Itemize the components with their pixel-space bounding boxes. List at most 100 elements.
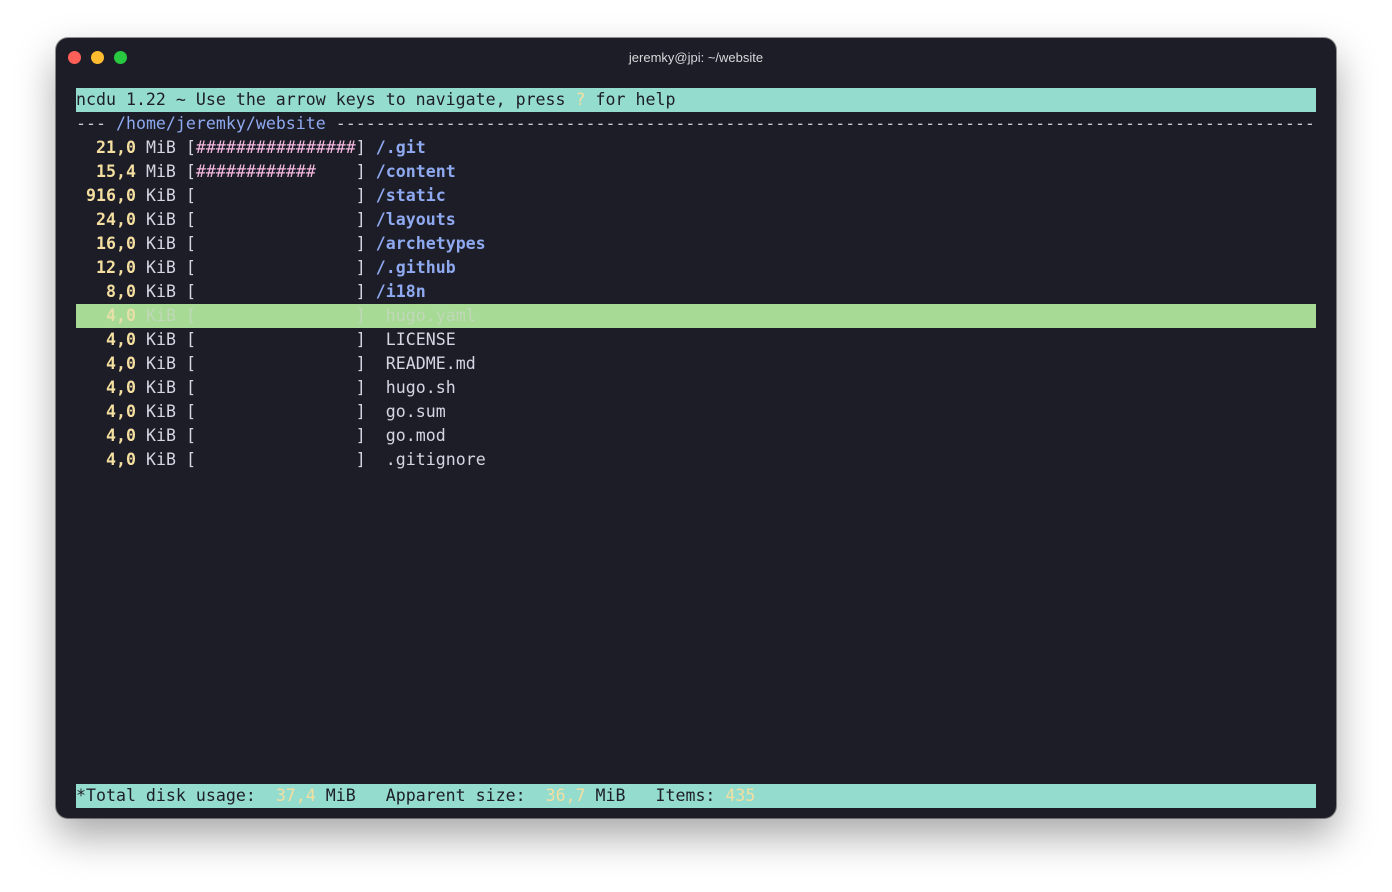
size-padding: [76, 354, 106, 373]
entry-row[interactable]: 24,0 KiB [ ] /layouts: [76, 208, 1316, 232]
bar-close-bracket: ]: [355, 186, 376, 205]
size-padding: [76, 450, 106, 469]
size-padding: [76, 234, 96, 253]
usage-bar: [196, 402, 356, 421]
bar-close-bracket: ]: [355, 306, 386, 325]
current-path: /home/jeremky/website: [115, 114, 326, 133]
entry-size: 4,0: [105, 450, 136, 469]
bar-close-bracket: ]: [355, 378, 386, 397]
usage-bar: [196, 282, 356, 301]
size-padding: [76, 426, 106, 445]
bar-close-bracket: ]: [355, 162, 376, 181]
terminal-window: jeremky@jpi: ~/website ncdu 1.22 ~ Use t…: [56, 38, 1336, 818]
entry-unit: KiB: [145, 402, 176, 421]
usage-bar: ############: [195, 162, 356, 181]
entry-row[interactable]: 8,0 KiB [ ] /i18n: [76, 280, 1316, 304]
path-rule-right: ----------------------------------------…: [325, 114, 1316, 133]
status-footer: *Total disk usage: 37,4 MiB Apparent siz…: [76, 784, 1316, 808]
entry-row[interactable]: 4,0 KiB [ ] LICENSE: [76, 328, 1316, 352]
entry-row[interactable]: 4,0 KiB [ ] hugo.yaml: [76, 304, 1316, 328]
ncdu-screen[interactable]: ncdu 1.22 ~ Use the arrow keys to naviga…: [76, 88, 1316, 472]
entry-size: 916,0: [86, 186, 136, 205]
bar-close-bracket: ]: [355, 282, 376, 301]
bar-open-bracket: [: [175, 330, 196, 349]
size-padding: [76, 258, 96, 277]
header-suffix: for help: [585, 90, 676, 109]
bar-open-bracket: [: [175, 162, 196, 181]
entry-row[interactable]: 21,0 MiB [################] /.git: [76, 136, 1316, 160]
entry-size: 16,0: [95, 234, 136, 253]
directory-name: /i18n: [375, 282, 426, 301]
directory-name: /content: [375, 162, 456, 181]
header-text: ncdu 1.22 ~ Use the arrow keys to naviga…: [76, 90, 576, 109]
entry-row[interactable]: 4,0 KiB [ ] go.mod: [76, 424, 1316, 448]
entry-list: 21,0 MiB [################] /.git 15,4 M…: [76, 136, 1316, 472]
bar-close-bracket: ]: [355, 258, 376, 277]
file-name: go.mod: [385, 426, 446, 445]
items-value: 435: [725, 786, 756, 805]
file-name: go.sum: [385, 402, 446, 421]
window-title: jeremky@jpi: ~/website: [628, 50, 764, 65]
usage-bar: [196, 330, 356, 349]
entry-unit: KiB: [145, 354, 176, 373]
items-label: Items:: [655, 786, 726, 805]
entry-row[interactable]: 15,4 MiB [############ ] /content: [76, 160, 1316, 184]
entry-unit: KiB: [145, 282, 176, 301]
entry-size: 4,0: [105, 306, 136, 325]
size-padding: [76, 282, 106, 301]
bar-open-bracket: [: [175, 354, 196, 373]
entry-unit: KiB: [145, 426, 176, 445]
bar-open-bracket: [: [175, 258, 196, 277]
entry-row[interactable]: 4,0 KiB [ ] go.sum: [76, 400, 1316, 424]
size-padding: [76, 330, 106, 349]
entry-size: 4,0: [105, 330, 136, 349]
bar-open-bracket: [: [175, 138, 196, 157]
title-bar: jeremky@jpi: ~/website: [56, 38, 1336, 78]
usage-bar: [196, 186, 356, 205]
usage-bar: [196, 210, 356, 229]
usage-bar: [196, 234, 356, 253]
entry-row[interactable]: 12,0 KiB [ ] /.github: [76, 256, 1316, 280]
usage-bar: ################: [195, 138, 356, 157]
entry-unit: KiB: [145, 378, 176, 397]
file-name: .gitignore: [385, 450, 486, 469]
help-key: ?: [575, 90, 586, 109]
entry-unit: KiB: [145, 330, 176, 349]
entry-row[interactable]: 4,0 KiB [ ] .gitignore: [76, 448, 1316, 472]
entry-row[interactable]: 4,0 KiB [ ] hugo.sh: [76, 376, 1316, 400]
size-padding: [76, 186, 86, 205]
size-padding: [76, 378, 106, 397]
bar-close-bracket: ]: [355, 210, 376, 229]
entry-size: 8,0: [105, 282, 136, 301]
total-value: 37,4: [275, 786, 316, 805]
entry-unit: KiB: [145, 450, 176, 469]
entry-row[interactable]: 916,0 KiB [ ] /static: [76, 184, 1316, 208]
entry-unit: MiB: [145, 138, 176, 157]
entry-size: 15,4: [95, 162, 136, 181]
entry-row[interactable]: 4,0 KiB [ ] README.md: [76, 352, 1316, 376]
entry-row[interactable]: 16,0 KiB [ ] /archetypes: [76, 232, 1316, 256]
bar-close-bracket: ]: [355, 402, 386, 421]
directory-name: /layouts: [375, 210, 456, 229]
size-padding: [76, 210, 96, 229]
file-name: hugo.yaml: [385, 306, 476, 325]
entry-unit: MiB: [145, 162, 176, 181]
ncdu-header-bar: ncdu 1.22 ~ Use the arrow keys to naviga…: [76, 88, 1316, 112]
apparent-label: Apparent size:: [385, 786, 546, 805]
bar-open-bracket: [: [175, 282, 196, 301]
directory-name: /static: [375, 186, 446, 205]
directory-name: /archetypes: [375, 234, 486, 253]
entry-size: 4,0: [105, 402, 136, 421]
entry-size: 21,0: [95, 138, 136, 157]
bar-open-bracket: [: [175, 450, 196, 469]
